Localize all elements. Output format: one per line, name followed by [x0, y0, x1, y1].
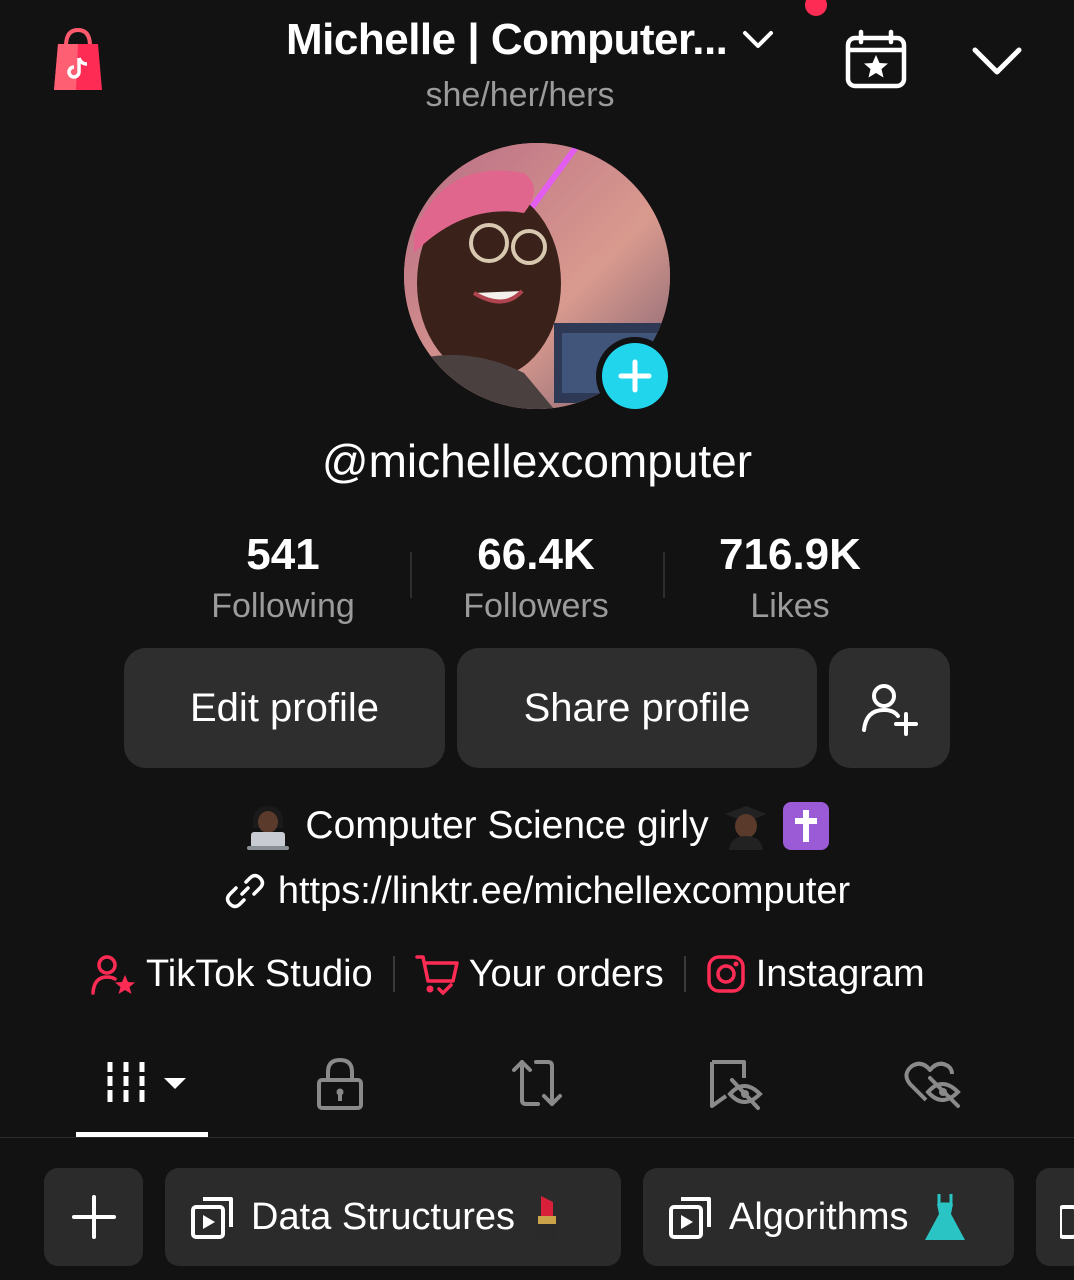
instagram-icon: [706, 955, 745, 993]
stat-label: Followers: [463, 587, 609, 625]
chevron-down-icon: [743, 31, 774, 48]
stat-value: 541: [246, 530, 320, 579]
add-avatar-button[interactable]: [596, 337, 674, 415]
bio-text: Computer Science girly: [305, 804, 709, 847]
profile-title: Michelle | Computer...: [286, 15, 728, 64]
tab-bar-divider: [0, 1137, 1074, 1138]
bio: Computer Science girly: [0, 798, 1074, 854]
quick-link-label: Instagram: [755, 952, 925, 995]
quick-links: TikTok Studio Your orders Instagram: [90, 946, 925, 1002]
tab-favorites[interactable]: [708, 1056, 764, 1112]
latin-cross-emoji: [782, 802, 829, 850]
stat-value: 716.9K: [719, 530, 861, 579]
your-orders-link[interactable]: Your orders: [414, 952, 664, 996]
account-switcher[interactable]: Michelle | Computer...: [286, 10, 775, 70]
quick-link-label: TikTok Studio: [146, 952, 373, 995]
pronouns: she/her/hers: [425, 76, 615, 114]
notification-dot: [805, 0, 827, 16]
tab-reposts[interactable]: [508, 1056, 566, 1112]
add-playlist-button[interactable]: [44, 1168, 143, 1266]
playlist-data-structures[interactable]: Data Structures: [165, 1168, 621, 1266]
stat-following[interactable]: 541 Following: [158, 528, 408, 630]
cart-icon: [414, 955, 459, 995]
add-friend-icon: [861, 684, 918, 736]
playlist-icon: [1060, 1205, 1074, 1239]
add-friend-button[interactable]: [829, 648, 950, 768]
graduate-emoji: [723, 802, 769, 850]
playlist-icon: [191, 1197, 233, 1239]
instagram-link[interactable]: Instagram: [706, 953, 925, 996]
playlist-label: Data Structures: [251, 1195, 515, 1238]
edit-profile-button[interactable]: Edit profile: [124, 648, 445, 768]
bio-link[interactable]: https://linktr.ee/michellexcomputer: [0, 864, 1074, 918]
playlist-label: Algorithms: [729, 1195, 909, 1238]
plus-icon: [71, 1195, 116, 1239]
quick-link-label: Your orders: [468, 952, 664, 995]
menu-chevron-icon[interactable]: [970, 42, 1024, 80]
playlist-icon: [669, 1197, 711, 1239]
quick-link-divider: [392, 956, 395, 992]
liked-hidden-icon: [904, 1061, 961, 1108]
videos-grid-icon: [104, 1062, 186, 1102]
studio-icon: [91, 955, 135, 995]
tiktok-studio-link[interactable]: TikTok Studio: [90, 953, 373, 996]
link-text: https://linktr.ee/michellexcomputer: [277, 869, 851, 912]
username: @michellexcomputer: [321, 435, 753, 487]
stat-likes[interactable]: 716.9K Likes: [665, 528, 915, 630]
stat-followers[interactable]: 66.4K Followers: [411, 528, 661, 630]
favorites-hidden-icon: [710, 1060, 763, 1110]
playlist-partial[interactable]: [1036, 1168, 1074, 1266]
private-lock-icon: [317, 1057, 363, 1110]
tab-private[interactable]: [314, 1056, 366, 1112]
link-icon: [225, 873, 265, 909]
quick-link-divider: [683, 956, 686, 992]
tab-videos[interactable]: [104, 1056, 194, 1112]
tab-liked[interactable]: [904, 1056, 962, 1112]
stat-label: Likes: [750, 587, 830, 625]
stat-value: 66.4K: [477, 530, 595, 579]
dress-emoji: [924, 1194, 965, 1240]
technologist-emoji: [245, 802, 291, 850]
reposts-icon: [512, 1060, 562, 1106]
plus-icon: [602, 343, 668, 409]
playlist-algorithms[interactable]: Algorithms: [643, 1168, 1014, 1266]
lipstick-emoji: [536, 1196, 558, 1240]
stat-label: Following: [211, 587, 355, 625]
share-profile-button[interactable]: Share profile: [457, 648, 817, 768]
